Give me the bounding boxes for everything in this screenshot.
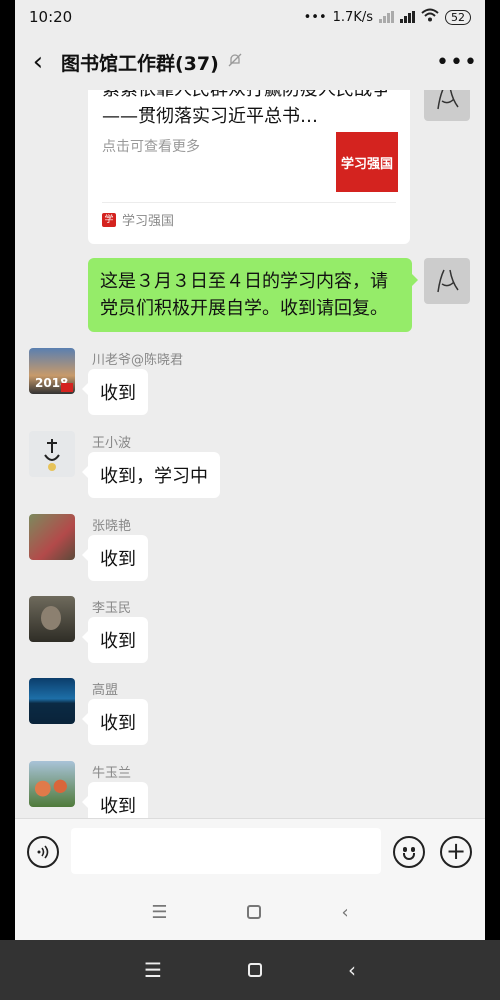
emoji-icon[interactable]	[393, 836, 425, 868]
chat-title: 图书馆工作群(37)	[61, 52, 219, 75]
avatar[interactable]	[29, 678, 75, 724]
avatar-face	[41, 606, 61, 630]
more-options-icon[interactable]: •••	[429, 50, 485, 75]
my-avatar[interactable]	[424, 90, 470, 121]
inner-nav-bar: ☰ ‹	[15, 884, 485, 940]
article-card[interactable]: 紧紧依靠人民群众打赢防疫人民战争——贯彻落实习近平总书… 点击可查看更多 学习强…	[88, 90, 410, 244]
status-right: ••• 1.7K/s 52	[304, 8, 471, 26]
message-input[interactable]	[71, 828, 381, 874]
message-bubble[interactable]: 收到	[82, 699, 148, 745]
sender-name: 李玉民	[92, 601, 132, 616]
article-source: 学 学习强国	[102, 210, 174, 229]
back-arrow-icon[interactable]: ‹	[15, 47, 61, 77]
sender-name: 牛玉兰	[92, 766, 132, 781]
avatar[interactable]: 2018	[29, 348, 75, 394]
nav-back-icon[interactable]: ‹	[348, 958, 356, 982]
plus-icon[interactable]: +	[440, 836, 472, 868]
sender-name: 川老爷@陈晓君	[92, 353, 184, 368]
menu-icon[interactable]: ☰	[144, 958, 162, 982]
article-thumbnail: 学习强国	[336, 132, 398, 192]
voice-input-icon[interactable]	[27, 836, 59, 868]
phone-screen: 10:20 ••• 1.7K/s 52 ‹ 图书馆工作群(37) ••• 紧紧依…	[15, 0, 485, 940]
avatar[interactable]	[29, 514, 75, 560]
xuexi-logo-icon: 学	[102, 212, 116, 227]
status-bar: 10:20 ••• 1.7K/s 52	[15, 0, 485, 34]
sender-name: 张晓艳	[92, 519, 132, 534]
article-title: 紧紧依靠人民群众打赢防疫人民战争——贯彻落实习近平总书…	[102, 90, 390, 127]
card-divider	[102, 202, 396, 203]
own-message-bubble[interactable]: 这是３月３日至４日的学习内容，请党员们积极开展自学。收到请回复。	[88, 258, 418, 332]
message-bubble[interactable]: 收到	[82, 782, 148, 818]
message-bubble[interactable]: 收到	[82, 369, 148, 415]
battery-icon: 52	[445, 9, 471, 25]
menu-icon[interactable]: ☰	[151, 902, 167, 923]
avatar[interactable]	[29, 596, 75, 642]
status-time: 10:20	[29, 8, 73, 26]
avatar[interactable]	[29, 761, 75, 807]
chat-area: 紧紧依靠人民群众打赢防疫人民战争——贯彻落实习近平总书… 点击可查看更多 学习强…	[15, 90, 485, 818]
wifi-icon	[421, 8, 439, 26]
home-icon[interactable]	[247, 963, 262, 977]
sender-name: 王小波	[92, 436, 132, 451]
flag-icon	[61, 383, 73, 392]
bell-off-icon	[227, 52, 243, 72]
signal-weak-icon	[379, 11, 394, 23]
system-nav-bar: ☰ ‹	[0, 940, 500, 1000]
dots-icon: •••	[303, 9, 327, 25]
network-speed: 1.7K/s	[332, 9, 373, 25]
home-icon[interactable]	[247, 905, 262, 919]
avatar[interactable]	[29, 431, 75, 477]
my-avatar[interactable]	[424, 258, 470, 304]
sender-name: 高盟	[92, 683, 119, 698]
nav-back-icon[interactable]: ‹	[341, 902, 348, 923]
signal-icon	[400, 11, 415, 23]
article-source-label: 学习强国	[122, 214, 175, 229]
message-bubble[interactable]: 收到	[82, 535, 148, 581]
input-bar: +	[15, 818, 485, 884]
message-bubble[interactable]: 收到	[82, 617, 148, 663]
message-bubble[interactable]: 收到，学习中	[82, 452, 220, 498]
chat-header: ‹ 图书馆工作群(37) •••	[15, 34, 485, 90]
